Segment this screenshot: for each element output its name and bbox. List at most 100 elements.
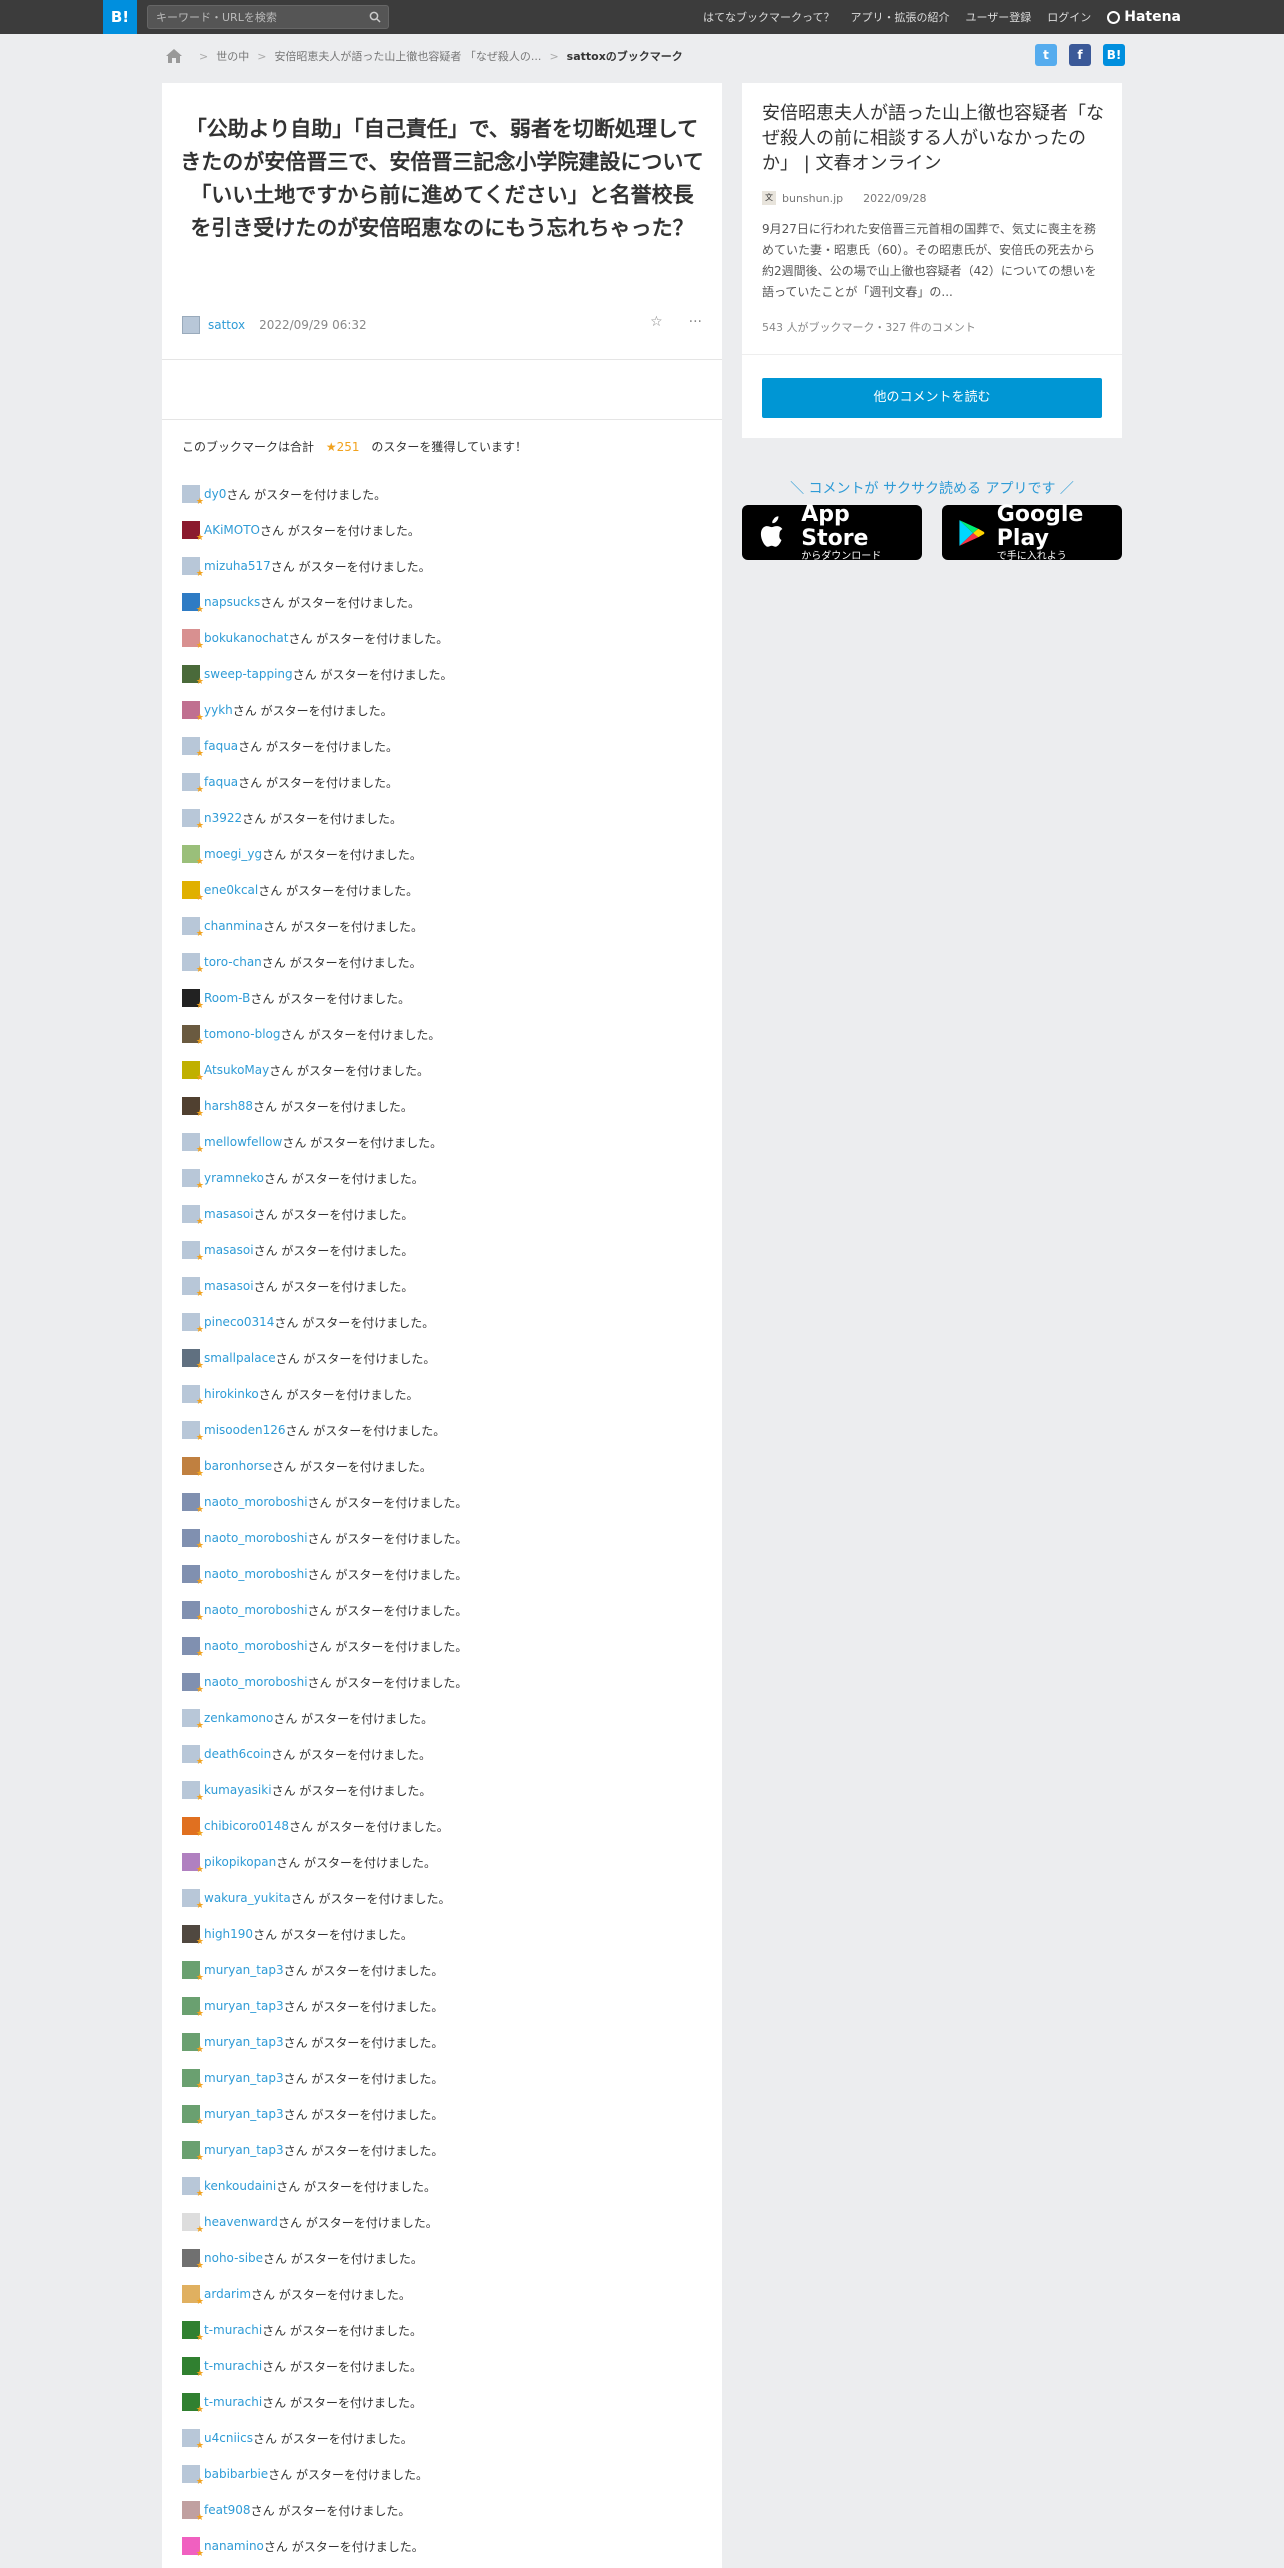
avatar[interactable]: ★	[182, 1961, 204, 1983]
star-user-link[interactable]: muryan_tap3	[204, 1999, 284, 2013]
hatena-share-button[interactable]: B!	[1103, 44, 1125, 66]
avatar[interactable]: ★	[182, 1781, 204, 1803]
entry-title[interactable]: 安倍昭恵夫人が語った山上徹也容疑者「なぜ殺人の前に相談する人がいなかったのか」 …	[762, 101, 1107, 176]
avatar[interactable]: ★	[182, 989, 204, 1011]
entry-counts[interactable]: 543 人がブックマーク・327 件のコメント	[762, 319, 976, 335]
avatar[interactable]: ★	[182, 953, 204, 975]
star-user-link[interactable]: naoto_moroboshi	[204, 1675, 308, 1689]
star-user-link[interactable]: t-murachi	[204, 2395, 262, 2409]
avatar[interactable]: ★	[182, 1493, 204, 1515]
star-user-link[interactable]: masasoi	[204, 1207, 254, 1221]
star-user-link[interactable]: faqua	[204, 775, 238, 789]
star-user-link[interactable]: nanamino	[204, 2539, 264, 2553]
star-user-link[interactable]: ene0kcal	[204, 883, 258, 897]
nav-login[interactable]: ログイン	[1047, 9, 1091, 25]
avatar[interactable]: ★	[182, 2393, 204, 2415]
avatar[interactable]: ★	[182, 1097, 204, 1119]
avatar[interactable]: ★	[182, 2501, 204, 2523]
avatar[interactable]: ★	[182, 1277, 204, 1299]
avatar[interactable]	[182, 316, 200, 334]
star-user-link[interactable]: mizuha517	[204, 559, 271, 573]
avatar[interactable]: ★	[182, 1925, 204, 1947]
star-user-link[interactable]: muryan_tap3	[204, 2035, 284, 2049]
avatar[interactable]: ★	[182, 521, 204, 543]
star-user-link[interactable]: naoto_moroboshi	[204, 1495, 308, 1509]
avatar[interactable]: ★	[182, 1853, 204, 1875]
avatar[interactable]: ★	[182, 2069, 204, 2091]
hatena-bookmark-logo[interactable]: B!	[103, 0, 137, 34]
avatar[interactable]: ★	[182, 629, 204, 651]
star-user-link[interactable]: naoto_moroboshi	[204, 1603, 308, 1617]
app-store-badge[interactable]: App Store からダウンロード	[742, 502, 922, 562]
star-user-link[interactable]: kumayasiki	[204, 1783, 272, 1797]
star-user-link[interactable]: hirokinko	[204, 1387, 259, 1401]
star-user-link[interactable]: toro-chan	[204, 955, 262, 969]
avatar[interactable]: ★	[182, 917, 204, 939]
avatar[interactable]: ★	[182, 557, 204, 579]
search-input[interactable]	[148, 6, 358, 29]
star-user-link[interactable]: sweep-tapping	[204, 667, 293, 681]
star-user-link[interactable]: bokukanochat	[204, 631, 288, 645]
avatar[interactable]: ★	[182, 2465, 204, 2487]
avatar[interactable]: ★	[182, 2213, 204, 2235]
facebook-share-button[interactable]: f	[1069, 44, 1091, 66]
avatar[interactable]: ★	[182, 2105, 204, 2127]
avatar[interactable]: ★	[182, 845, 204, 867]
star-user-link[interactable]: muryan_tap3	[204, 1963, 284, 1977]
star-user-link[interactable]: AtsukoMay	[204, 1063, 269, 1077]
star-user-link[interactable]: zenkamono	[204, 1711, 273, 1725]
star-user-link[interactable]: death6coin	[204, 1747, 271, 1761]
avatar[interactable]: ★	[182, 881, 204, 903]
star-user-link[interactable]: masasoi	[204, 1243, 254, 1257]
read-more-comments-button[interactable]: 他のコメントを読む	[762, 378, 1102, 418]
star-user-link[interactable]: dy0	[204, 487, 226, 501]
avatar[interactable]: ★	[182, 1205, 204, 1227]
avatar[interactable]: ★	[182, 2429, 204, 2451]
star-user-link[interactable]: smallpalace	[204, 1351, 276, 1365]
star-user-link[interactable]: n3922	[204, 811, 242, 825]
avatar[interactable]: ★	[182, 2285, 204, 2307]
star-user-link[interactable]: t-murachi	[204, 2359, 262, 2373]
star-user-link[interactable]: naoto_moroboshi	[204, 1531, 308, 1545]
google-play-badge[interactable]: Google Play で手に入れよう	[942, 502, 1122, 562]
avatar[interactable]: ★	[182, 773, 204, 795]
nav-about[interactable]: はてなブックマークって？	[703, 9, 834, 25]
star-user-link[interactable]: harsh88	[204, 1099, 253, 1113]
star-user-link[interactable]: babibarbie	[204, 2467, 268, 2481]
avatar[interactable]: ★	[182, 701, 204, 723]
avatar[interactable]: ★	[182, 1061, 204, 1083]
star-user-link[interactable]: baronhorse	[204, 1459, 272, 1473]
star-user-link[interactable]: moegi_yg	[204, 847, 262, 861]
avatar[interactable]: ★	[182, 2537, 204, 2559]
star-user-link[interactable]: feat908	[204, 2503, 251, 2517]
avatar[interactable]: ★	[182, 2249, 204, 2271]
avatar[interactable]: ★	[182, 1709, 204, 1731]
home-icon[interactable]	[165, 48, 183, 64]
star-user-link[interactable]: tomono-blog	[204, 1027, 281, 1041]
star-user-link[interactable]: kenkoudaini	[204, 2179, 276, 2193]
avatar[interactable]: ★	[182, 1817, 204, 1839]
twitter-share-button[interactable]: t	[1035, 44, 1057, 66]
star-user-link[interactable]: yramneko	[204, 1171, 264, 1185]
avatar[interactable]: ★	[182, 1313, 204, 1335]
nav-apps[interactable]: アプリ・拡張の紹介	[850, 9, 949, 25]
avatar[interactable]: ★	[182, 737, 204, 759]
star-user-link[interactable]: masasoi	[204, 1279, 254, 1293]
star-user-link[interactable]: yykh	[204, 703, 233, 717]
star-user-link[interactable]: muryan_tap3	[204, 2107, 284, 2121]
avatar[interactable]: ★	[182, 593, 204, 615]
star-user-link[interactable]: muryan_tap3	[204, 2143, 284, 2157]
star-user-link[interactable]: napsucks	[204, 595, 260, 609]
hatena-brand-link[interactable]: Hatena	[1107, 9, 1181, 25]
nav-register[interactable]: ユーザー登録	[965, 9, 1031, 25]
avatar[interactable]: ★	[182, 1529, 204, 1551]
avatar[interactable]: ★	[182, 2033, 204, 2055]
avatar[interactable]: ★	[182, 1745, 204, 1767]
star-count[interactable]: ★251	[326, 440, 360, 454]
avatar[interactable]: ★	[182, 485, 204, 507]
avatar[interactable]: ★	[182, 2177, 204, 2199]
star-user-link[interactable]: Room-B	[204, 991, 250, 1005]
bookmark-user-link[interactable]: sattox	[208, 318, 245, 332]
star-user-link[interactable]: AKiMOTO	[204, 523, 260, 537]
star-user-link[interactable]: pineco0314	[204, 1315, 274, 1329]
